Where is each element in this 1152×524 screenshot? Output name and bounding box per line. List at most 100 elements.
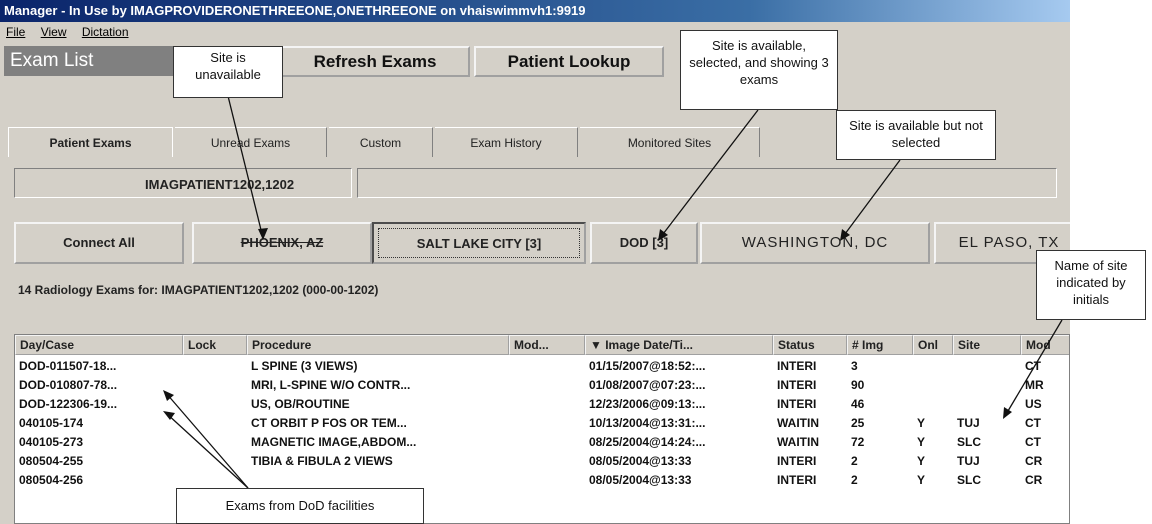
col-image-date: 08/05/2004@13:33: [589, 454, 692, 468]
patient-lookup-button[interactable]: Patient Lookup: [474, 46, 664, 77]
site-dod-button[interactable]: DOD [3]: [590, 222, 698, 264]
menu-dictation[interactable]: Dictation: [82, 22, 129, 42]
col-day-case: DOD-010807-78...: [19, 378, 118, 392]
menu-file[interactable]: File: [6, 22, 25, 42]
col-site: [953, 357, 1021, 376]
col-procedure-header[interactable]: Procedure: [247, 335, 509, 355]
tab-patient-exams[interactable]: Patient Exams: [8, 127, 173, 157]
col-modality: CT: [1025, 435, 1041, 449]
tab-label: Monitored Sites: [627, 136, 712, 150]
col-image-count-header[interactable]: # Img: [847, 335, 913, 355]
col-image-count: 2: [851, 473, 858, 487]
col-modifier: [509, 433, 585, 452]
col-day-case: DOD-122306-19...: [19, 397, 118, 411]
menu-bar: File View Dictation: [0, 22, 1070, 42]
patient-name-panel: IMAGPATIENT1202,1202: [14, 168, 352, 198]
connect-all-button[interactable]: Connect All: [14, 222, 184, 264]
col-status: WAITIN: [777, 435, 819, 449]
col-image-count: 2: [851, 454, 858, 468]
col-image-count: 25: [851, 416, 865, 430]
table-row[interactable]: DOD-010807-78... MRI, L-SPINE W/O CONTR..…: [15, 376, 1069, 395]
col-modality-header[interactable]: Mod: [1021, 335, 1069, 355]
col-procedure: CT ORBIT P FOS OR TEM...: [251, 416, 407, 430]
exam-count-text: 14 Radiology Exams for: IMAGPATIENT1202,…: [18, 283, 379, 297]
table-row[interactable]: 040105-273 MAGNETIC IMAGE,ABDOM... 08/25/2…: [15, 433, 1069, 452]
col-procedure: US, OB/ROUTINE: [251, 397, 350, 411]
col-online: Y: [917, 416, 926, 430]
tab-exam-history[interactable]: Exam History: [435, 127, 578, 157]
tab-label: Patient Exams: [49, 136, 132, 150]
table-row[interactable]: DOD-122306-19... US, OB/ROUTINE 12/23/2006…: [15, 395, 1069, 414]
col-image-date: 10/13/2004@13:31:...: [589, 416, 706, 430]
col-site: SLC: [957, 435, 981, 449]
col-modifier: [509, 395, 585, 414]
col-online: [913, 376, 953, 395]
window-title: Manager - In Use by IMAGPROVIDERONETHREE…: [0, 0, 1070, 22]
col-lock: [183, 452, 247, 471]
callout-dod-exams: Exams from DoD facilities: [176, 488, 424, 524]
col-lock: [183, 357, 247, 376]
callout-site-not-selected: Site is available but not selected: [836, 110, 996, 160]
tab-monitored-sites[interactable]: Monitored Sites: [580, 127, 760, 157]
table-row[interactable]: 040105-174 CT ORBIT P FOS OR TEM... 10/13/…: [15, 414, 1069, 433]
callout-site-selected: Site is available, selected, and showing…: [680, 30, 838, 110]
col-online: Y: [917, 454, 926, 468]
col-site: TUJ: [957, 454, 980, 468]
col-lock: [183, 414, 247, 433]
tab-label: Unread Exams: [210, 136, 291, 150]
col-lock: [183, 376, 247, 395]
col-lock: [183, 395, 247, 414]
col-site: [953, 395, 1021, 414]
col-site-header[interactable]: Site: [953, 335, 1021, 355]
col-image-date: 08/05/2004@13:33: [589, 473, 692, 487]
col-day-case: 040105-174: [19, 416, 84, 430]
callout-site-unavailable: Site is unavailable: [173, 46, 283, 98]
menu-view[interactable]: View: [41, 22, 67, 42]
col-status: INTERI: [777, 359, 817, 373]
col-modality: MR: [1025, 378, 1044, 392]
col-modality: CR: [1025, 454, 1043, 468]
col-online-header[interactable]: Onl: [913, 335, 953, 355]
col-status: INTERI: [777, 473, 817, 487]
grid-header: Day/Case Lock Procedure Mod... ▼ Image Date/…: [15, 335, 1069, 355]
col-day-case: 080504-256: [19, 473, 84, 487]
col-image-date-header[interactable]: ▼ Image Date/Ti...: [585, 335, 773, 355]
col-status: INTERI: [777, 378, 817, 392]
col-modality: CT: [1025, 359, 1041, 373]
col-status: INTERI: [777, 397, 817, 411]
col-modality: US: [1025, 397, 1042, 411]
site-buttons: Connect All PHOENIX, AZ SALT LAKE CITY […: [14, 222, 1070, 266]
col-status-header[interactable]: Status: [773, 335, 847, 355]
tab-custom[interactable]: Custom: [329, 127, 433, 157]
patient-info-panel: [357, 168, 1057, 198]
col-image-count: 72: [851, 435, 865, 449]
tab-label: Custom: [359, 136, 402, 150]
col-site: [953, 376, 1021, 395]
table-row[interactable]: DOD-011507-18... L SPINE (3 VIEWS) 01/15/2…: [15, 357, 1069, 376]
refresh-exams-button[interactable]: Refresh Exams: [280, 46, 470, 77]
col-day-case-header[interactable]: Day/Case: [15, 335, 183, 355]
col-status: INTERI: [777, 454, 817, 468]
tab-unread-exams[interactable]: Unread Exams: [175, 127, 327, 157]
col-lock-header[interactable]: Lock: [183, 335, 247, 355]
col-procedure: TIBIA & FIBULA 2 VIEWS: [251, 454, 393, 468]
patient-bar: IMAGPATIENT1202,1202: [14, 168, 1064, 200]
col-modifier: [509, 376, 585, 395]
col-procedure: MRI, L-SPINE W/O CONTR...: [251, 378, 411, 392]
col-modifier: [509, 414, 585, 433]
col-image-count: 3: [851, 359, 858, 373]
col-modifier-header[interactable]: Mod...: [509, 335, 585, 355]
col-status: WAITIN: [777, 416, 819, 430]
table-row[interactable]: 080504-256 08/05/2004@13:33 INTERI 2 Y SLC CR: [15, 471, 1069, 490]
col-online: [913, 357, 953, 376]
site-salt-lake-city-button[interactable]: SALT LAKE CITY [3]: [372, 222, 586, 264]
table-row[interactable]: 080504-255 TIBIA & FIBULA 2 VIEWS 08/05/20…: [15, 452, 1069, 471]
col-image-date: 12/23/2006@09:13:...: [589, 397, 706, 411]
callout-site-initials: Name of site indicated by initials: [1036, 250, 1146, 320]
application-window: Manager - In Use by IMAGPROVIDERONETHREE…: [0, 0, 1070, 524]
col-modifier: [509, 471, 585, 490]
site-salt-lake-city-label: SALT LAKE CITY [3]: [378, 228, 580, 258]
site-washington-button[interactable]: WASHINGTON, DC: [700, 222, 930, 264]
site-phoenix-button[interactable]: PHOENIX, AZ: [192, 222, 372, 264]
col-lock: [183, 433, 247, 452]
